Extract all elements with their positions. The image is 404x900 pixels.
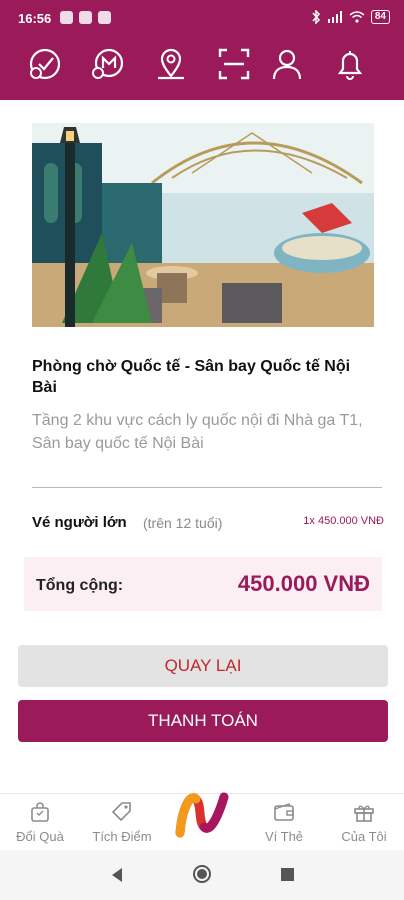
- brand-logo-button[interactable]: [174, 787, 230, 843]
- gift-icon: [354, 805, 374, 822]
- ticket-age-note: (trên 12 tuổi): [143, 515, 223, 531]
- wallet-icon: [274, 803, 294, 821]
- nav-item-redeem[interactable]: Đổi Quà: [0, 794, 80, 850]
- ticket-type-label: Vé người lớn: [32, 514, 127, 531]
- bluetooth-icon: [312, 10, 320, 24]
- battery-indicator: 84: [370, 10, 390, 24]
- nav-label-earn: Tích Điểm: [92, 829, 152, 844]
- top-action-bar: [0, 44, 404, 88]
- divider: [32, 487, 382, 488]
- nav-label-mine: Của Tôi: [341, 829, 387, 844]
- nav-label-wallet: Ví Thẻ: [264, 829, 304, 844]
- nav-item-wallet[interactable]: Ví Thẻ: [244, 794, 324, 850]
- nav-item-mine[interactable]: Của Tôi: [324, 794, 404, 850]
- status-indicators: 84: [311, 10, 390, 24]
- recents-square-icon[interactable]: [281, 868, 294, 881]
- lounge-address: Tầng 2 khu vực cách ly quốc nội đi Nhà g…: [32, 412, 363, 452]
- total-panel: Tổng cộng: 450.000 VNĐ: [24, 557, 382, 611]
- status-time: 16:56: [18, 11, 52, 26]
- notification-icon: [60, 11, 73, 24]
- bell-icon[interactable]: [330, 44, 370, 84]
- gift-bag-icon: [31, 802, 49, 822]
- nav-label-redeem: Đổi Quà: [16, 829, 64, 844]
- miles-icon[interactable]: [88, 44, 128, 84]
- ticket-price: 1x 450.000 VNĐ: [303, 515, 384, 527]
- notification-icon: [98, 11, 111, 24]
- system-navigation-bar: [0, 850, 404, 900]
- back-button[interactable]: QUAY LẠI: [18, 645, 388, 687]
- home-circle-icon[interactable]: [192, 864, 212, 884]
- signal-icon: [327, 11, 342, 23]
- user-icon[interactable]: [267, 44, 307, 84]
- notification-icon: [79, 11, 92, 24]
- total-value: 450.000 VNĐ: [237, 571, 370, 596]
- scan-icon[interactable]: [214, 44, 254, 84]
- app-header: 16:56 84: [0, 0, 404, 100]
- pay-button[interactable]: THANH TOÁN: [18, 700, 388, 742]
- status-bar: 16:56 84: [0, 0, 404, 38]
- checkin-icon[interactable]: [25, 44, 65, 84]
- back-triangle-icon[interactable]: [110, 867, 124, 883]
- status-notification-icons: [60, 11, 111, 24]
- location-icon[interactable]: [151, 44, 191, 84]
- lounge-photo: [32, 123, 374, 327]
- lounge-title: Phòng chờ Quốc tế - Sân bay Quốc tế Nội …: [32, 358, 351, 396]
- total-label: Tổng cộng:: [36, 577, 124, 594]
- tag-icon: [111, 802, 131, 822]
- wifi-icon: [349, 11, 365, 23]
- nav-item-earn[interactable]: Tích Điểm: [82, 794, 162, 850]
